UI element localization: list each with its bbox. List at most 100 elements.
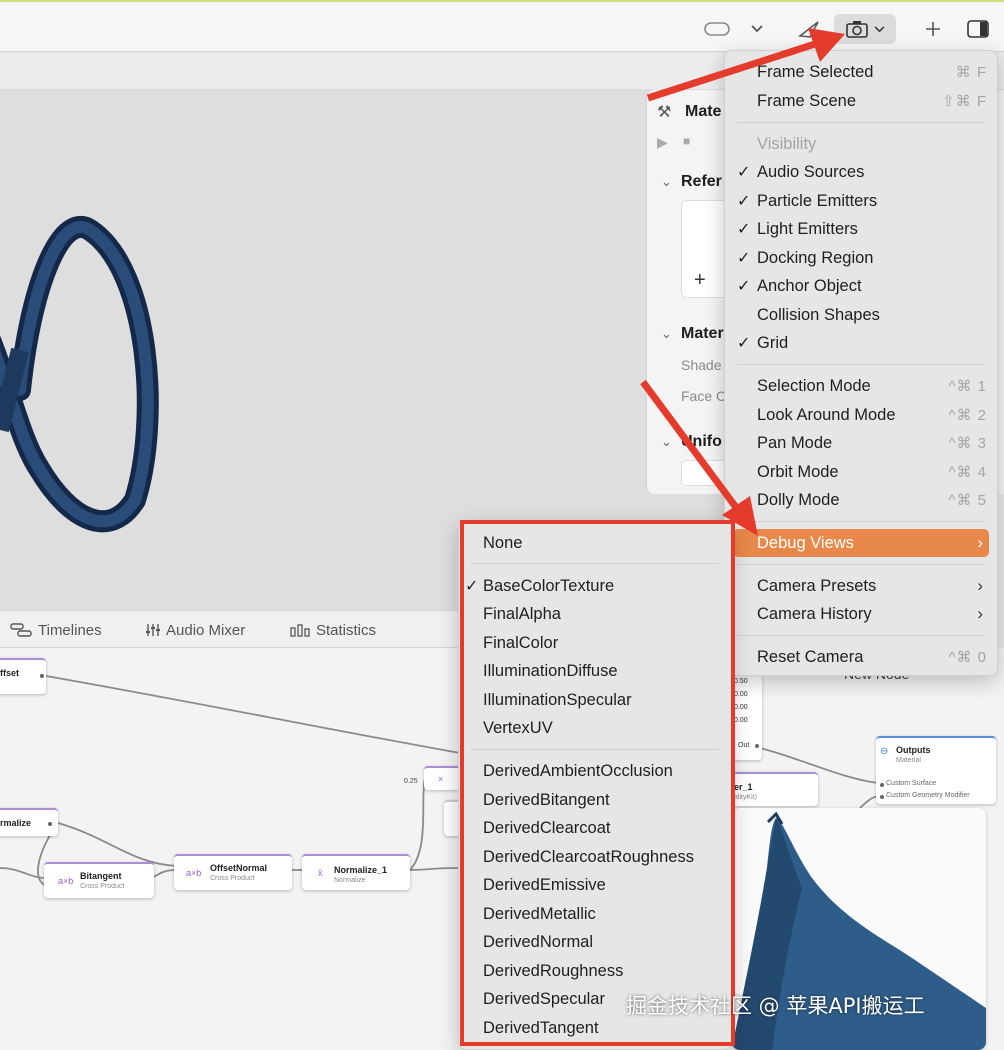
menu-item-look-around-mode[interactable]: Look Around Mode ^⌘ 2 — [725, 401, 997, 429]
menu-item-derived-normal[interactable]: DerivedNormal — [459, 928, 731, 956]
menu-item-frame-scene[interactable]: Frame Scene ⇧⌘ F — [725, 87, 997, 115]
menu-item-orbit-mode[interactable]: Orbit Mode ^⌘ 4 — [725, 458, 997, 486]
node-offset[interactable]: ffset — [0, 658, 46, 694]
node-normalize-1[interactable]: x̂ Normalize_1 Normalize — [302, 854, 410, 890]
node-title: Bitangent — [80, 871, 122, 881]
node-subtitle: alityKit) — [734, 794, 757, 801]
input-port[interactable] — [880, 783, 884, 787]
output-port[interactable] — [40, 674, 44, 678]
menu-item-derived-clearcoat-roughness[interactable]: DerivedClearcoatRoughness — [459, 843, 731, 871]
sidebar-icon[interactable] — [962, 14, 994, 44]
menu-item-label: None — [483, 533, 523, 552]
tab-statistics[interactable]: Statistics — [290, 611, 376, 649]
menu-item-frame-selected[interactable]: Frame Selected ⌘ F — [725, 58, 997, 86]
menu-item-derived-roughness[interactable]: DerivedRoughness — [459, 957, 731, 985]
node-outputs[interactable]: ⊖ Outputs Material Custom Surface Custom… — [876, 736, 996, 804]
shortcut: ^⌘ 1 — [948, 378, 987, 395]
tab-timelines[interactable]: Timelines — [10, 611, 102, 649]
menu-item-derived-clearcoat[interactable]: DerivedClearcoat — [459, 814, 731, 842]
out-label: Out — [738, 742, 750, 749]
menu-item-label: Docking Region — [757, 248, 874, 267]
menu-item-debug-views[interactable]: Debug Views › — [733, 529, 989, 557]
menu-item-base-color-texture[interactable]: ✓ BaseColorTexture — [459, 572, 731, 600]
menu-item-final-alpha[interactable]: FinalAlpha — [459, 600, 731, 628]
menu-item-anchor-object[interactable]: ✓ Anchor Object — [725, 272, 997, 300]
add-reference-button[interactable]: + — [694, 269, 706, 292]
menu-item-label: BaseColorTexture — [483, 576, 615, 595]
menu-item-light-emitters[interactable]: ✓ Light Emitters — [725, 215, 997, 243]
menu-item-label: Audio Sources — [757, 162, 865, 181]
menu-item-label: Debug Views — [757, 533, 854, 552]
menu-item-label: Orbit Mode — [757, 462, 839, 481]
node-title: Normalize_1 — [334, 865, 388, 875]
menu-item-selection-mode[interactable]: Selection Mode ^⌘ 1 — [725, 372, 997, 400]
chevron-right-icon: › — [977, 604, 983, 623]
menu-item-label: FinalAlpha — [483, 604, 561, 623]
watermark: 掘金技术社区 @ 苹果API搬运工 — [626, 994, 925, 1018]
menu-item-grid[interactable]: ✓ Grid — [725, 329, 997, 357]
menu-item-derived-metallic[interactable]: DerivedMetallic — [459, 900, 731, 928]
chevron-down-icon[interactable]: ⌄ — [661, 326, 672, 342]
node-bitangent[interactable]: a×b Bitangent Cross Product — [44, 862, 154, 898]
stop-icon[interactable]: ■ — [683, 134, 690, 148]
menu-item-label: Visibility — [757, 134, 817, 153]
tab-label: Audio Mixer — [166, 621, 246, 639]
menu-item-docking-region[interactable]: ✓ Docking Region — [725, 244, 997, 272]
menu-item-label: Camera History — [757, 604, 872, 623]
menu-item-camera-history[interactable]: Camera History › — [725, 600, 997, 628]
menu-item-label: Reset Camera — [757, 647, 864, 666]
menu-separator — [737, 122, 985, 123]
input-port[interactable] — [880, 795, 884, 799]
camera-icon — [845, 21, 868, 38]
chevron-down-icon[interactable]: ⌄ — [661, 434, 672, 450]
menu-item-audio-sources[interactable]: ✓ Audio Sources — [725, 158, 997, 186]
node-realitykit[interactable]: er_1 alityKit) — [732, 772, 818, 806]
menu-item-derived-bitangent[interactable]: DerivedBitangent — [459, 786, 731, 814]
play-icon[interactable]: ▶ — [657, 134, 668, 151]
tab-audio-mixer[interactable]: Audio Mixer — [146, 611, 245, 649]
output-port[interactable] — [48, 822, 52, 826]
shader-label: Shade — [681, 357, 722, 373]
output-port[interactable] — [755, 744, 759, 748]
value-3: 0.00 — [734, 717, 748, 724]
menu-item-derived-emissive[interactable]: DerivedEmissive — [459, 871, 731, 899]
normalize-icon: x̂ — [318, 868, 323, 878]
vr-headset-icon[interactable] — [700, 14, 734, 44]
chevron-down-icon[interactable] — [744, 14, 770, 44]
menu-separator — [471, 749, 719, 750]
menu-item-particle-emitters[interactable]: ✓ Particle Emitters — [725, 187, 997, 215]
chevron-down-icon[interactable]: ⌄ — [661, 174, 672, 190]
node-subtitle: Cross Product — [80, 883, 125, 890]
plus-icon[interactable] — [918, 14, 948, 44]
menu-item-collision-shapes[interactable]: Collision Shapes — [725, 301, 997, 329]
chevron-right-icon: › — [977, 533, 983, 552]
section-material: Mater — [681, 325, 724, 342]
menu-item-label: Dolly Mode — [757, 490, 840, 509]
menu-item-final-color[interactable]: FinalColor — [459, 629, 731, 657]
shortcut: ⇧⌘ F — [942, 93, 987, 110]
node-offset-normal[interactable]: a×b OffsetNormal Cross Product — [174, 854, 292, 890]
send-icon[interactable] — [794, 14, 824, 44]
menu-item-pan-mode[interactable]: Pan Mode ^⌘ 3 — [725, 429, 997, 457]
menu-item-label: Grid — [757, 333, 789, 352]
menu-item-dolly-mode[interactable]: Dolly Mode ^⌘ 5 — [725, 486, 997, 514]
camera-menu-button[interactable] — [834, 14, 896, 44]
menu-item-none[interactable]: None — [459, 529, 731, 557]
menu-item-label: Particle Emitters — [757, 191, 878, 210]
menu-item-reset-camera[interactable]: Reset Camera ^⌘ 0 — [725, 643, 997, 671]
menu-item-illumination-specular[interactable]: IlluminationSpecular — [459, 686, 731, 714]
node-normalize[interactable]: rmalize — [0, 808, 58, 836]
menu-separator — [471, 563, 719, 564]
node-subtitle: Material — [896, 757, 921, 764]
menu-item-vertex-uv[interactable]: VertexUV — [459, 714, 731, 742]
menu-item-label: Frame Selected — [757, 62, 874, 81]
menu-item-illumination-diffuse[interactable]: IlluminationDiffuse — [459, 657, 731, 685]
menu-item-label: IlluminationSpecular — [483, 690, 632, 709]
checkmark-icon: ✓ — [465, 578, 479, 595]
menu-item-camera-presets[interactable]: Camera Presets › — [725, 572, 997, 600]
menu-item-label: Anchor Object — [757, 276, 862, 295]
toolbar — [0, 0, 1004, 52]
menu-item-label: DerivedMetallic — [483, 904, 596, 923]
menu-separator — [737, 635, 985, 636]
menu-item-derived-ambient-occlusion[interactable]: DerivedAmbientOcclusion — [459, 757, 731, 785]
